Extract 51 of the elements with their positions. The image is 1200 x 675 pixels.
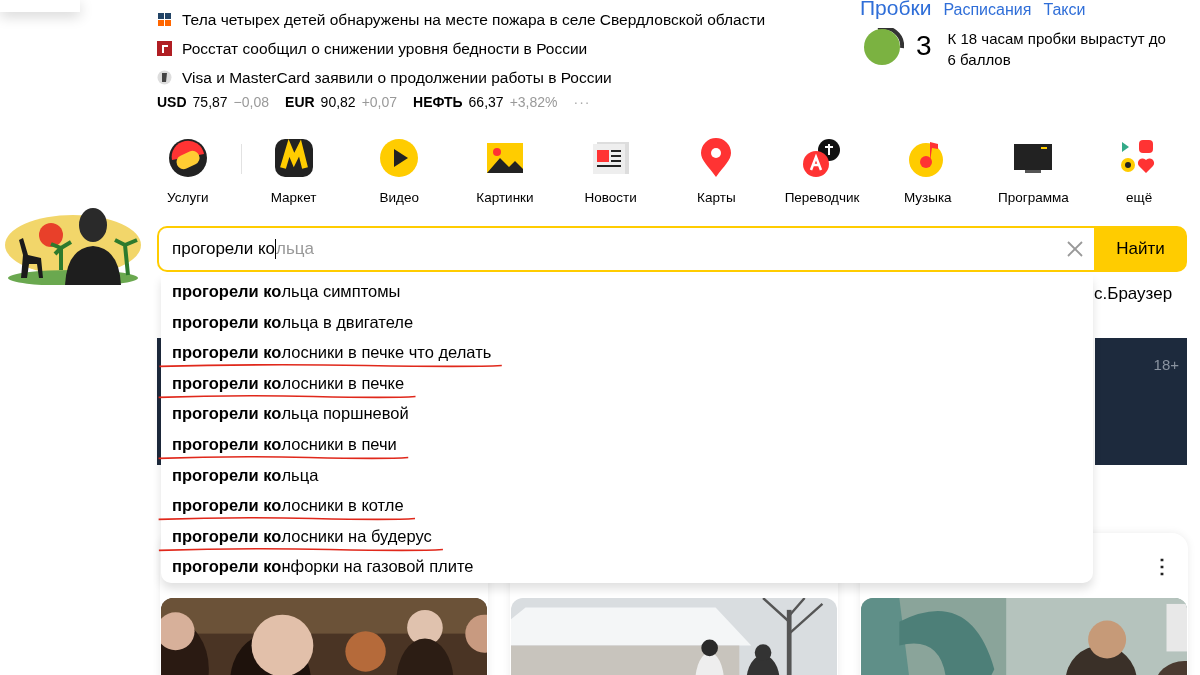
suggestion-item[interactable]: прогорели кольца bbox=[156, 464, 333, 492]
rate-name[interactable]: USD bbox=[157, 94, 187, 110]
rate-change: +0,07 bbox=[361, 94, 398, 110]
rate-name[interactable]: НЕФТЬ bbox=[413, 94, 463, 110]
rate-name[interactable]: EUR bbox=[285, 94, 315, 110]
suggestion-item[interactable]: прогорели колосники в печке bbox=[156, 372, 419, 400]
promo-link[interactable]: с.Браузер bbox=[1094, 284, 1173, 303]
close-icon[interactable] bbox=[1067, 241, 1083, 257]
suggestion-item[interactable]: прогорели колосники в печи bbox=[156, 433, 411, 461]
rate-value: 66,37 bbox=[468, 94, 504, 110]
suggestion-item[interactable]: прогорели колосники в печке что делать bbox=[156, 342, 506, 370]
traffic-forecast: К 18 часам пробки вырастут до 6 баллов bbox=[947, 29, 1167, 70]
news-link[interactable]: Росстат сообщил о снижении уровня бедности в России bbox=[182, 39, 588, 58]
traffic-tab[interactable]: Расписания bbox=[943, 1, 1032, 19]
service-icon bbox=[802, 138, 843, 178]
news-link[interactable]: Visa и MasterCard заявили о продолжении работы в России bbox=[182, 68, 612, 87]
suggestion-item[interactable]: прогорели кольца поршневой bbox=[156, 403, 423, 431]
traffic-tab[interactable]: Такси bbox=[1043, 1, 1086, 19]
service-icon bbox=[273, 138, 314, 178]
suggestion-item[interactable]: прогорели кольца в двигателе bbox=[156, 311, 428, 339]
ad-banner[interactable]: 18+ bbox=[1095, 338, 1187, 465]
service-link[interactable]: Карты bbox=[663, 138, 770, 205]
service-link[interactable]: Новости bbox=[557, 138, 664, 205]
service-icon bbox=[379, 138, 420, 178]
rate-change: +3,82% bbox=[509, 94, 558, 110]
traffic-tab[interactable]: Пробки bbox=[860, 0, 932, 20]
source-logo-icon bbox=[157, 41, 172, 56]
search-button[interactable]: Найти bbox=[1094, 226, 1187, 272]
rate-value: 75,87 bbox=[192, 94, 228, 110]
service-link[interactable]: Видео bbox=[346, 138, 453, 205]
service-link[interactable]: Маркет bbox=[240, 138, 347, 205]
rate-change: −0,08 bbox=[233, 94, 270, 110]
service-link[interactable]: Музыка bbox=[874, 138, 981, 205]
suggestion-item[interactable]: прогорели колосники на будерус bbox=[156, 525, 446, 553]
age-label: 18+ bbox=[1153, 356, 1179, 373]
service-link[interactable]: Картинки bbox=[452, 138, 558, 205]
news-link[interactable]: Тела четырех детей обнаружены на месте пожара в селе Свердловской области bbox=[182, 10, 766, 29]
service-link[interactable]: ещё bbox=[1086, 138, 1192, 205]
service-link[interactable]: Программа bbox=[980, 138, 1087, 205]
service-link[interactable]: Услуги bbox=[135, 138, 241, 205]
source-logo-icon bbox=[157, 12, 172, 27]
menu-button[interactable]: ⋮ bbox=[1152, 553, 1172, 578]
service-link[interactable]: Переводчик bbox=[769, 138, 875, 205]
service-icon bbox=[167, 138, 208, 178]
suggestion-item[interactable]: прогорели кольца симптомы bbox=[156, 281, 415, 308]
suggestion-item[interactable]: прогорели конфорки на газовой плите bbox=[156, 556, 488, 584]
traffic-score: 3 bbox=[916, 30, 932, 62]
search-field[interactable]: прогорели кольца bbox=[157, 226, 1094, 272]
suggestion-item[interactable]: прогорели колосники в котле bbox=[156, 495, 418, 523]
source-logo-icon bbox=[157, 70, 172, 85]
rate-value: 90,82 bbox=[320, 94, 356, 110]
